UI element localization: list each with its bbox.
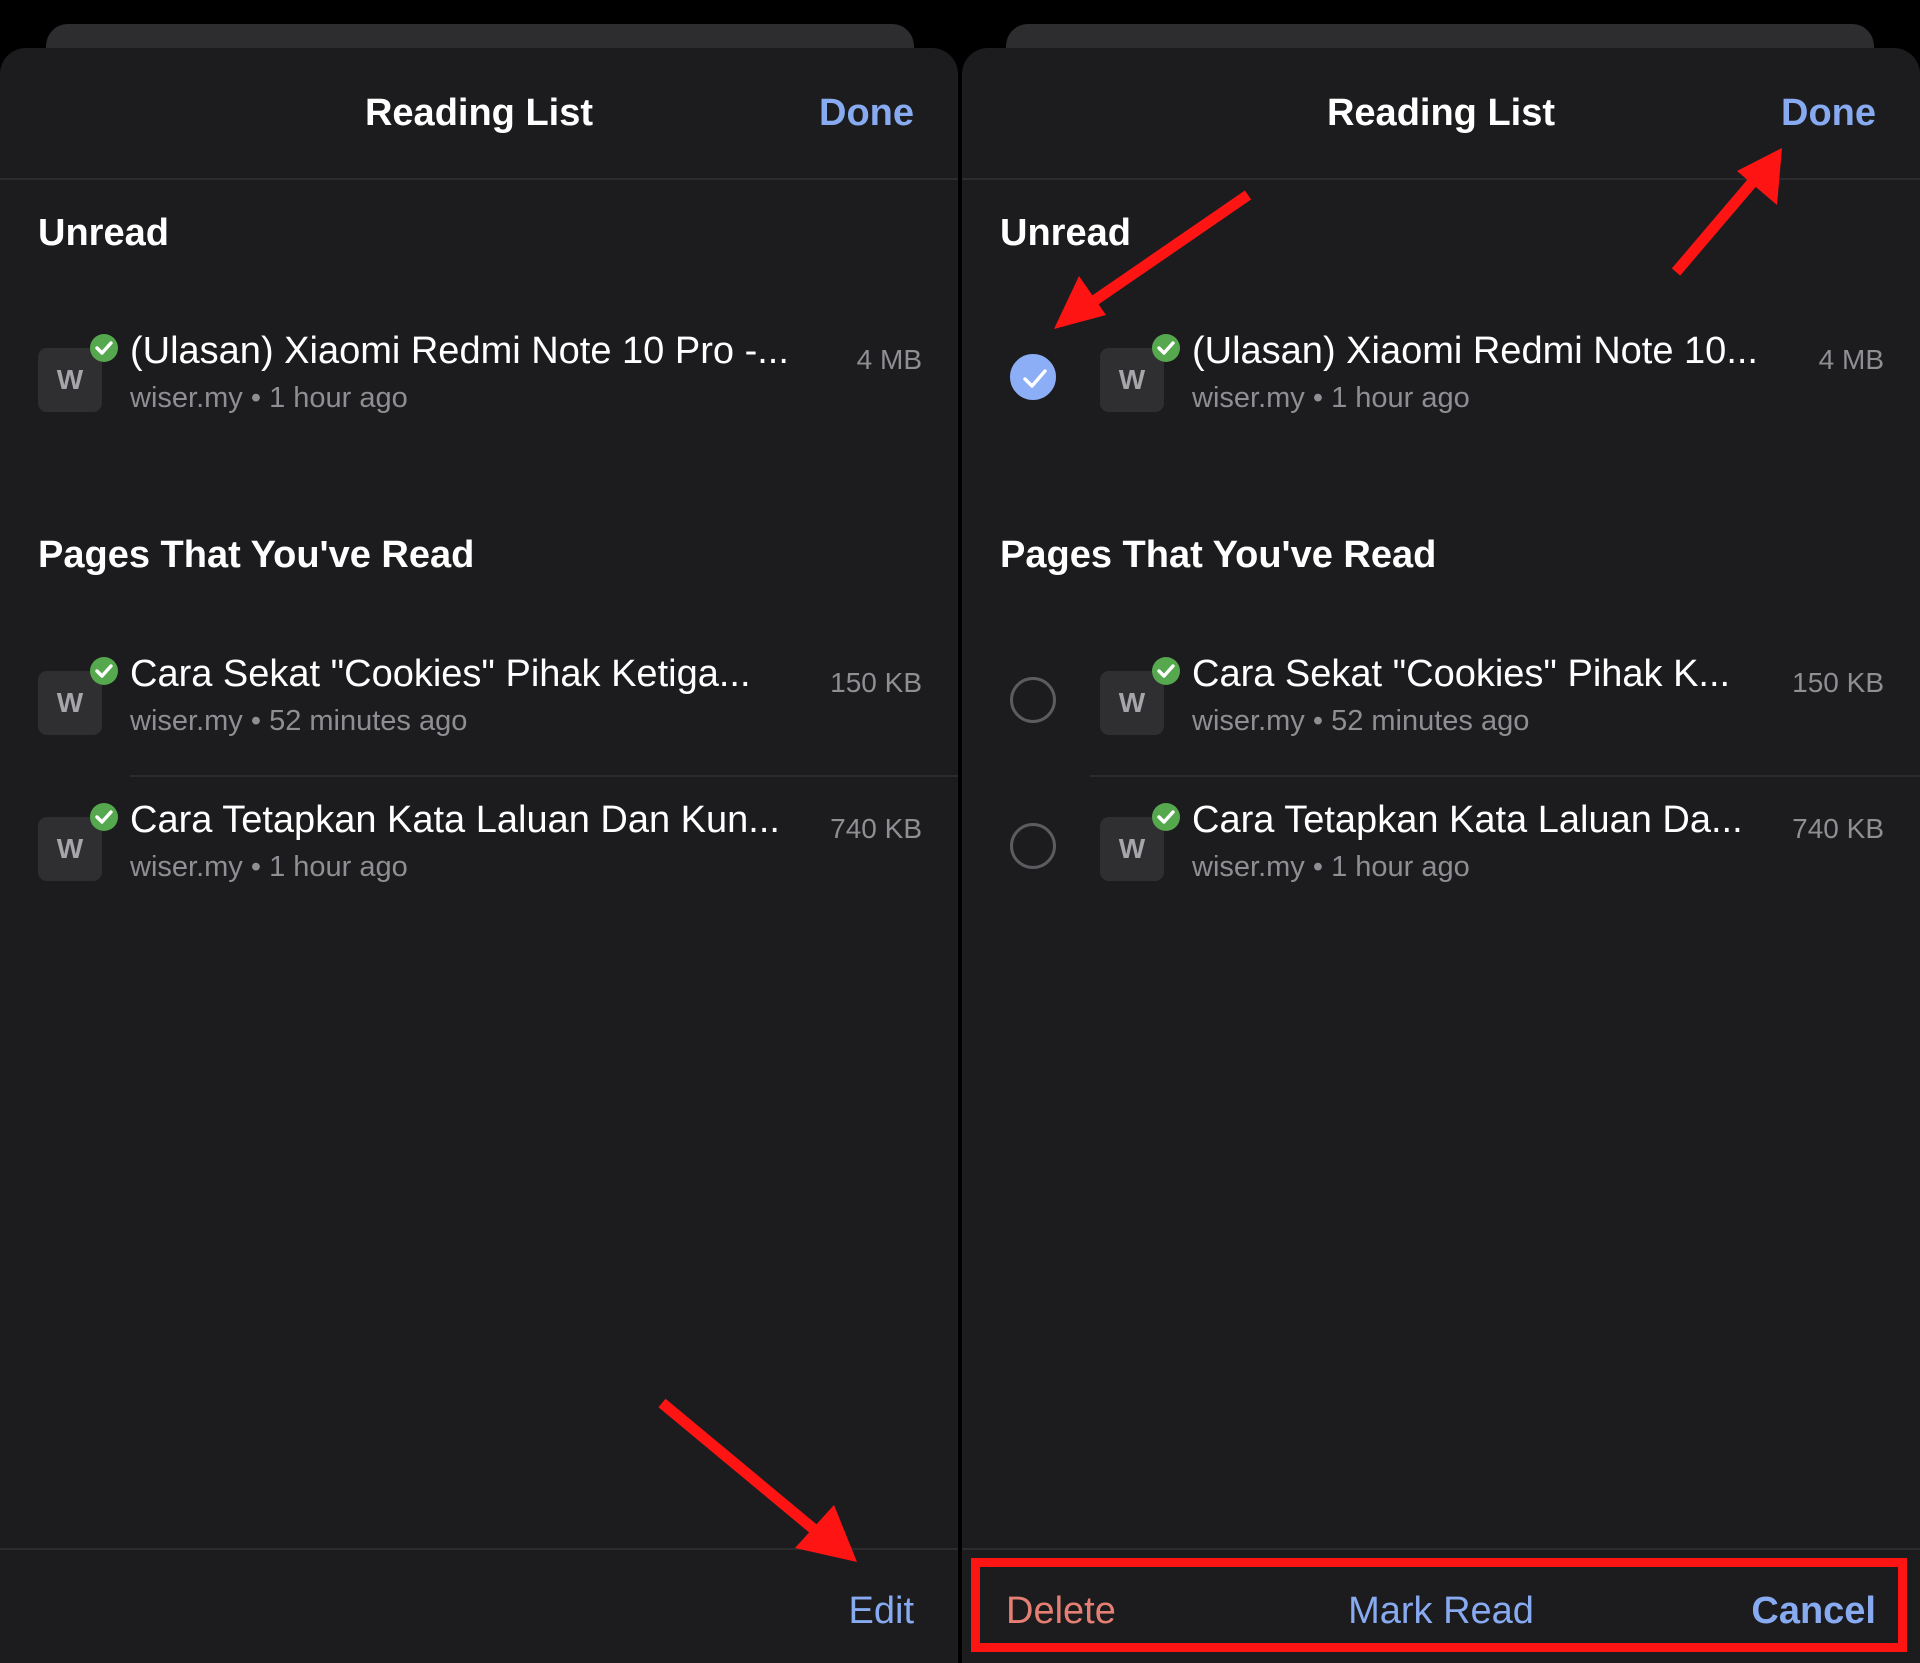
offline-saved-check-icon [90, 803, 118, 831]
done-button[interactable]: Done [819, 92, 914, 135]
page-title: Reading List [1326, 92, 1556, 134]
item-size: 740 KB [1792, 813, 1884, 844]
bottom-toolbar: Edit [0, 1548, 958, 1663]
item-site: wiser.my [130, 705, 243, 737]
edit-button[interactable]: Edit [849, 1590, 914, 1633]
item-time: 52 minutes ago [1331, 705, 1530, 737]
separator-dot: • [1312, 705, 1324, 737]
item-title: (Ulasan) Xiaomi Redmi Note 10 Pro -... [130, 330, 789, 372]
list-item[interactable]: W Cara Sekat "Cookies" Pihak Ketiga... w… [0, 637, 958, 777]
item-time: 1 hour ago [1331, 382, 1470, 414]
list-item[interactable]: W Cara Sekat "Cookies" Pihak K... wiser.… [962, 637, 1920, 777]
reading-list-panel-normal: Reading List Done Unread W (Ulasan) Xiao… [0, 48, 958, 1663]
separator-dot: • [1312, 851, 1324, 883]
item-site: wiser.my [1192, 382, 1305, 414]
item-site: wiser.my [1192, 705, 1305, 737]
selected-checkmark-icon[interactable] [1010, 354, 1056, 400]
section-title-read: Pages That You've Read [38, 534, 475, 576]
list-item[interactable]: W Cara Tetapkan Kata Laluan Dan Kun... w… [0, 783, 958, 923]
list-item[interactable]: W (Ulasan) Xiaomi Redmi Note 10... wiser… [962, 314, 1920, 454]
offline-saved-check-icon [1152, 657, 1180, 685]
item-time: 1 hour ago [1331, 851, 1470, 883]
separator-dot: • [250, 382, 262, 414]
item-title: (Ulasan) Xiaomi Redmi Note 10... [1192, 330, 1758, 372]
item-subtitle: wiser.my • 1 hour ago [130, 851, 408, 884]
item-time: 1 hour ago [269, 851, 408, 883]
section-title-read: Pages That You've Read [1000, 534, 1437, 576]
site-favicon: W [1100, 348, 1164, 412]
item-site: wiser.my [130, 382, 243, 414]
reading-list-panel-edit-mode: Reading List Done Unread W (Ulasan) Xiao… [962, 48, 1920, 1663]
unselected-circle-icon[interactable] [1010, 677, 1056, 723]
site-favicon: W [1100, 671, 1164, 735]
item-size: 150 KB [1792, 667, 1884, 698]
site-favicon: W [38, 348, 102, 412]
unselected-circle-icon[interactable] [1010, 823, 1056, 869]
section-title-unread: Unread [1000, 212, 1131, 254]
section-title-unread: Unread [38, 212, 169, 254]
item-size: 740 KB [830, 813, 922, 844]
item-time: 52 minutes ago [269, 705, 468, 737]
item-subtitle: wiser.my • 1 hour ago [1192, 382, 1470, 415]
site-favicon: W [1100, 817, 1164, 881]
item-size: 4 MB [856, 344, 922, 375]
item-subtitle: wiser.my • 52 minutes ago [130, 705, 467, 738]
item-subtitle: wiser.my • 52 minutes ago [1192, 705, 1529, 738]
nav-header: Reading List Done [0, 48, 958, 180]
item-subtitle: wiser.my • 1 hour ago [1192, 851, 1470, 884]
list-item[interactable]: W (Ulasan) Xiaomi Redmi Note 10 Pro -...… [0, 314, 958, 454]
offline-saved-check-icon [90, 334, 118, 362]
offline-saved-check-icon [1152, 803, 1180, 831]
item-title: Cara Sekat "Cookies" Pihak K... [1192, 653, 1731, 695]
item-title: Cara Tetapkan Kata Laluan Da... [1192, 799, 1743, 841]
separator-dot: • [250, 705, 262, 737]
item-site: wiser.my [130, 851, 243, 883]
toolbar-highlight-box [971, 1558, 1907, 1652]
list-item[interactable]: W Cara Tetapkan Kata Laluan Da... wiser.… [962, 783, 1920, 923]
separator-dot: • [250, 851, 262, 883]
site-favicon: W [38, 671, 102, 735]
item-title: Cara Sekat "Cookies" Pihak Ketiga... [130, 653, 751, 695]
offline-saved-check-icon [1152, 334, 1180, 362]
item-size: 4 MB [1818, 344, 1884, 375]
item-size: 150 KB [830, 667, 922, 698]
separator-dot: • [1312, 382, 1324, 414]
page-title: Reading List [364, 92, 594, 134]
item-site: wiser.my [1192, 851, 1305, 883]
nav-header: Reading List Done [962, 48, 1920, 180]
done-button[interactable]: Done [1781, 92, 1876, 135]
site-favicon: W [38, 817, 102, 881]
offline-saved-check-icon [90, 657, 118, 685]
item-title: Cara Tetapkan Kata Laluan Dan Kun... [130, 799, 780, 841]
item-time: 1 hour ago [269, 382, 408, 414]
item-subtitle: wiser.my • 1 hour ago [130, 382, 408, 415]
